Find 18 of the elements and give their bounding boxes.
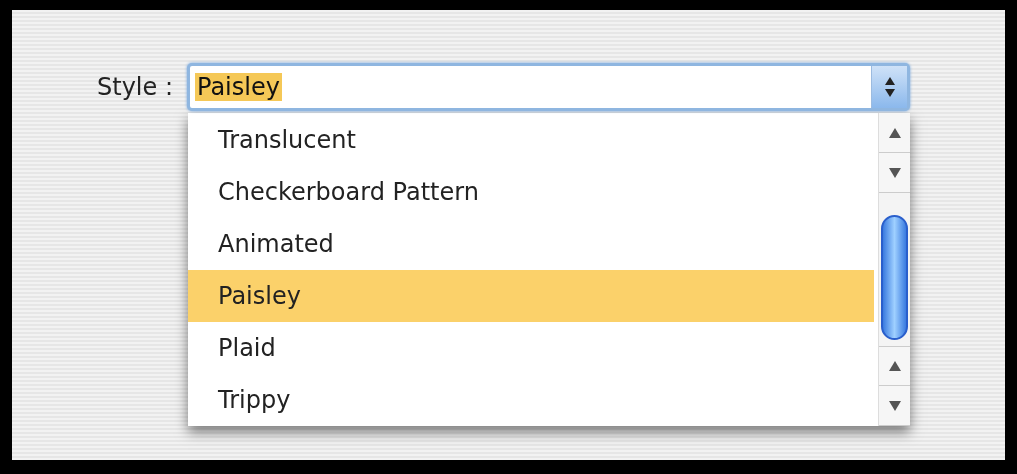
list-option[interactable]: Plaid xyxy=(188,322,874,374)
list-option[interactable]: Animated xyxy=(188,218,874,270)
list-option[interactable]: Checkerboard Pattern xyxy=(188,166,874,218)
list-option[interactable]: Translucent xyxy=(188,114,874,166)
list-option[interactable]: Trippy xyxy=(188,374,874,426)
down-arrow-icon xyxy=(888,167,901,178)
style-combo-box[interactable]: Paisley xyxy=(187,63,910,111)
field-label: Style : xyxy=(96,73,173,101)
up-arrow-icon xyxy=(888,127,901,138)
scroll-thumb[interactable] xyxy=(881,215,908,340)
up-down-arrows-icon xyxy=(883,77,896,97)
scroll-up-button[interactable] xyxy=(879,346,910,386)
field-value: Paisley xyxy=(195,73,282,101)
up-arrow-icon xyxy=(888,361,901,371)
scroll-bar[interactable] xyxy=(878,113,910,426)
list-option[interactable]: Paisley xyxy=(188,270,874,322)
dropdown-button[interactable] xyxy=(871,66,907,108)
down-arrow-icon xyxy=(888,400,901,411)
